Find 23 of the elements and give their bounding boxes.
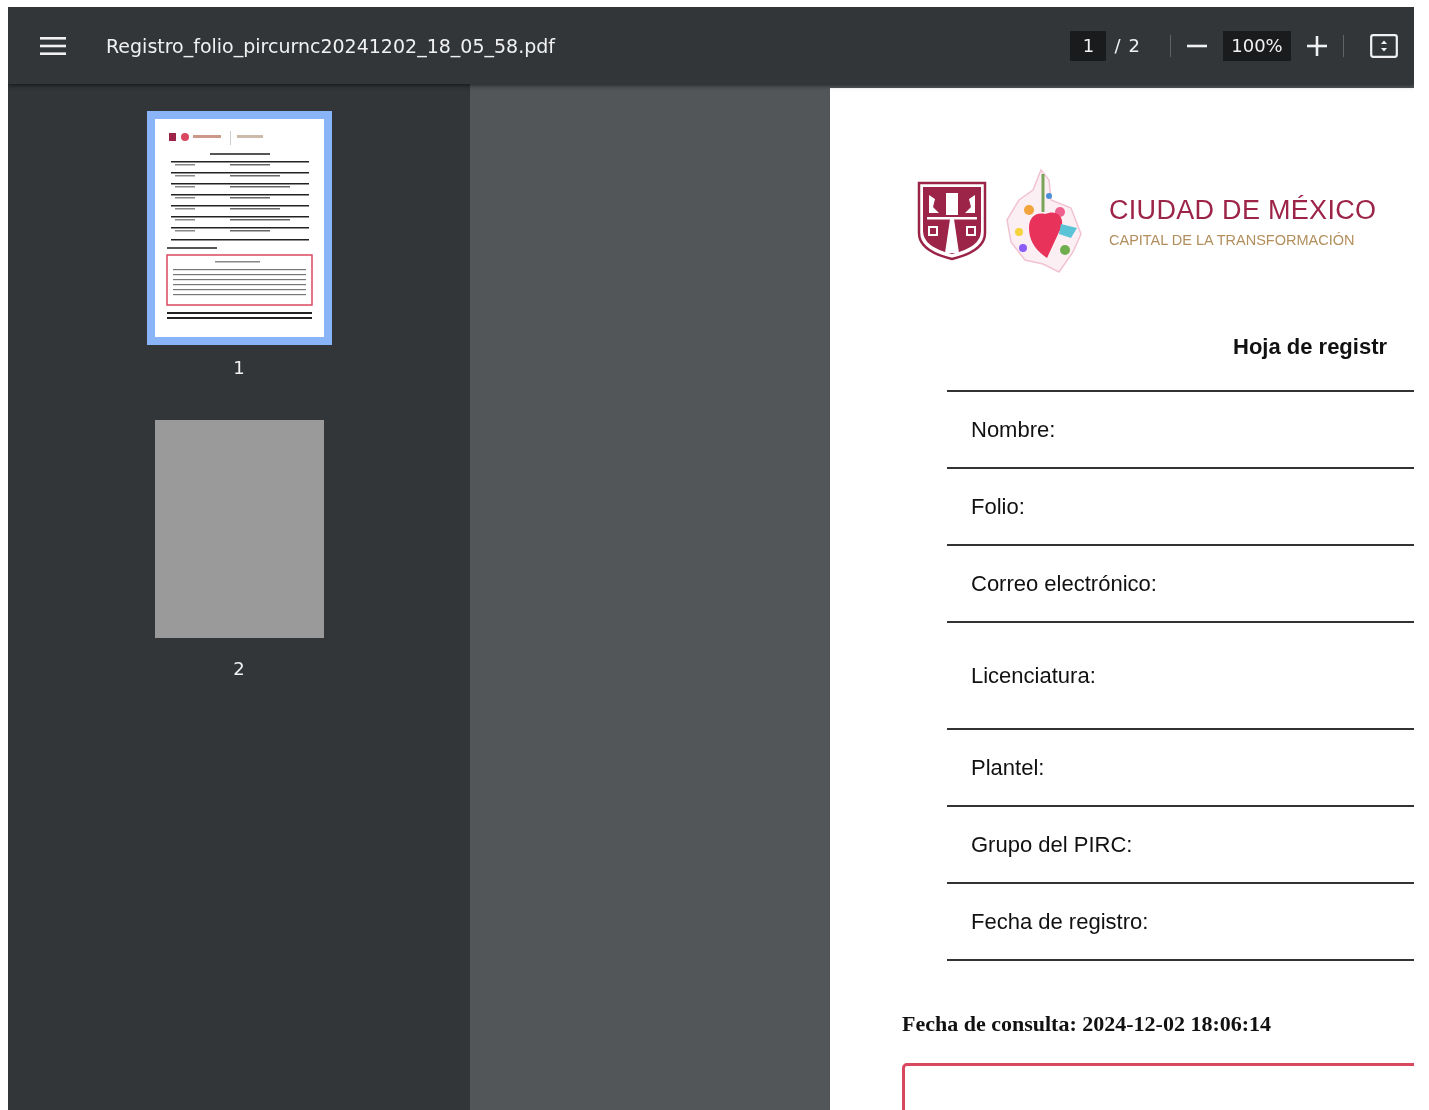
field-label: Folio: [971,493,1025,520]
consultation-date: Fecha de consulta: 2024-12-02 18:06:14 [902,1011,1273,1037]
page-number-label: 2 [233,658,245,679]
logo-title: CIUDAD DE MÉXICO [1109,194,1377,226]
file-name: Registro_folio_pircurnc20241202_18_05_58.pdf [106,34,555,57]
field-label: Fecha de registro: [971,908,1149,935]
page-number-field[interactable]: 1 [1070,30,1107,61]
page-separator: / [1114,35,1121,56]
menu-button[interactable] [40,35,66,56]
document-heading: Hoja de registr [1233,334,1389,360]
fit-page-button[interactable] [1370,33,1398,58]
field-label: Correo electrónico: [971,570,1157,597]
field-label: Grupo del PIRC: [971,831,1133,858]
zoom-out-button[interactable] [1187,43,1207,48]
field-label: Licenciatura: [971,662,1096,689]
page-total: 2 [1128,35,1140,56]
zoom-in-button[interactable] [1307,35,1327,56]
page-number-label: 1 [233,357,245,378]
field-label: Nombre: [971,416,1056,443]
field-label: Plantel: [971,754,1045,781]
logo-subtitle: CAPITAL DE LA TRANSFORMACIÓN [1109,231,1356,248]
shield-logo-icon [917,181,987,261]
zoom-field[interactable]: 100% [1223,30,1291,61]
